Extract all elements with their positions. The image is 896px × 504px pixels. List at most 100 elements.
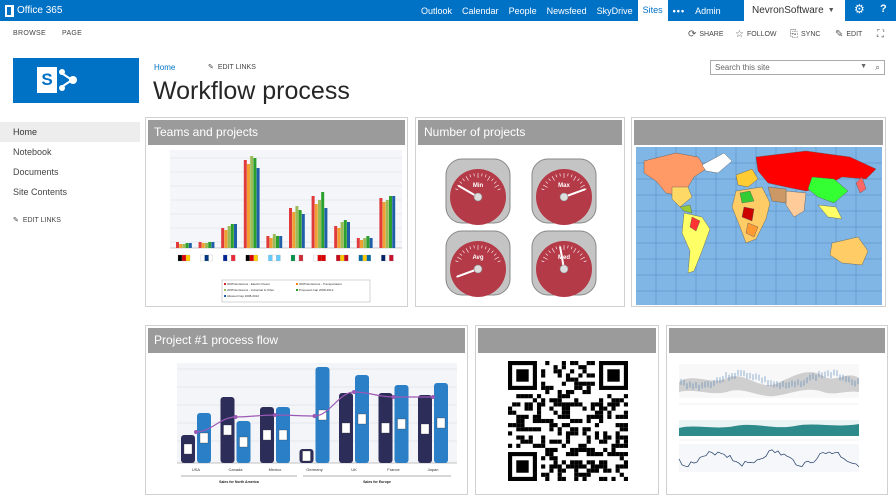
qr-code-image[interactable] bbox=[508, 361, 628, 481]
follow-button[interactable]: ☆ FOLLOW bbox=[735, 29, 777, 40]
gauge-min: Min bbox=[445, 158, 511, 225]
nav-item-documents[interactable]: Documents bbox=[0, 162, 140, 182]
suite-nav-admin[interactable]: Admin bbox=[690, 6, 726, 16]
legend-entry: 2005 Emissions - Industrial & Other bbox=[227, 288, 274, 292]
process-flow-chart: USA Canada Mexico Germany UK France Japan Sale… bbox=[177, 363, 457, 484]
flag-stripe bbox=[253, 254, 258, 262]
webpart-teams-and-projects: Teams and projects 2005 Emissions - Elec… bbox=[145, 117, 408, 307]
flag-stripe bbox=[385, 254, 390, 262]
chart-bar bbox=[314, 204, 318, 248]
flag-stripe bbox=[358, 254, 363, 262]
sync-button[interactable]: ⎘ SYNC bbox=[790, 29, 820, 40]
chevron-down-icon: ▼ bbox=[827, 7, 835, 14]
category-label: France bbox=[387, 467, 400, 472]
search-icon[interactable]: ⌕ bbox=[875, 62, 880, 73]
suite-nav: Outlook Calendar People Newsfeed SkyDriv… bbox=[416, 0, 726, 21]
webpart-world-map bbox=[631, 117, 886, 307]
nav-item-site-contents[interactable]: Site Contents bbox=[0, 182, 140, 202]
webpart-title: Teams and projects bbox=[148, 120, 405, 145]
brand-label: Office 365 bbox=[17, 5, 63, 16]
office365-brand[interactable]: Office 365 bbox=[5, 3, 62, 18]
suite-nav-more[interactable]: ••• bbox=[668, 6, 690, 16]
search-input[interactable]: Search this site ▼ ⌕ bbox=[710, 60, 885, 75]
chart-bar bbox=[389, 196, 392, 248]
flag-stripe bbox=[381, 254, 386, 262]
flag-stripe bbox=[336, 254, 341, 262]
chart-bar bbox=[198, 242, 202, 248]
category-label: Mexico bbox=[269, 467, 282, 472]
chart-bar bbox=[276, 236, 279, 248]
gear-icon[interactable]: ⚙ bbox=[854, 2, 865, 16]
webpart-title: Number of projects bbox=[418, 120, 622, 145]
edit-links-label: EDIT LINKS bbox=[217, 63, 256, 71]
flag-stripe bbox=[389, 254, 394, 262]
focus-content-button[interactable]: ⛶ bbox=[877, 29, 884, 40]
ribbon: BROWSE PAGE ⟳ SHARE ☆ FOLLOW ⎘ SYNC ✎ ED… bbox=[0, 24, 896, 46]
flag-stripe bbox=[317, 254, 322, 262]
user-menu[interactable]: NevronSoftware ▼ bbox=[744, 0, 845, 21]
suite-nav-newsfeed[interactable]: Newsfeed bbox=[542, 6, 592, 16]
chart-bar bbox=[234, 224, 237, 248]
flag-stripe bbox=[185, 254, 191, 262]
flag-stripe bbox=[298, 254, 304, 262]
breadcrumb-home[interactable]: Home bbox=[154, 63, 175, 72]
pencil-icon: ✎ bbox=[13, 217, 19, 224]
chart-bar bbox=[221, 228, 225, 248]
suite-nav-outlook[interactable]: Outlook bbox=[416, 6, 457, 16]
gauge-label: Max bbox=[558, 183, 570, 189]
site-logo[interactable]: S bbox=[13, 58, 139, 103]
edit-button[interactable]: ✎ EDIT bbox=[835, 29, 862, 40]
edit-links-top[interactable]: ✎ EDIT LINKS bbox=[208, 63, 256, 72]
gauge-avg: Avg bbox=[445, 230, 511, 297]
chart-bar bbox=[176, 242, 179, 248]
suite-nav-sites[interactable]: Sites bbox=[637, 0, 668, 21]
search-placeholder: Search this site bbox=[715, 63, 770, 72]
flag-stripe bbox=[362, 254, 367, 262]
flag-stripe bbox=[340, 254, 345, 262]
webpart-title bbox=[478, 328, 656, 353]
nav-edit-links[interactable]: ✎ EDIT LINKS bbox=[0, 211, 140, 231]
flag-stripe bbox=[204, 254, 209, 262]
gauge-label: Min bbox=[473, 183, 484, 189]
help-icon[interactable]: ? bbox=[880, 3, 887, 15]
suite-nav-skydrive[interactable]: SkyDrive bbox=[592, 6, 638, 16]
flag-stripe bbox=[272, 254, 277, 262]
tab-page[interactable]: PAGE bbox=[62, 30, 82, 37]
star-icon: ☆ bbox=[735, 29, 744, 40]
chart-bar bbox=[179, 244, 183, 248]
suite-nav-people[interactable]: People bbox=[504, 6, 542, 16]
chart-bar bbox=[201, 243, 205, 248]
tab-browse[interactable]: BROWSE bbox=[13, 30, 46, 37]
gauges-panel: Min Max Avg Med bbox=[445, 158, 597, 297]
chart-bar bbox=[253, 158, 257, 248]
sharepoint-logo-icon: S bbox=[37, 67, 57, 93]
flag-stripe bbox=[294, 254, 300, 262]
category-label: USA bbox=[192, 467, 201, 472]
chart-bar bbox=[321, 192, 325, 248]
chart-bar bbox=[243, 160, 247, 248]
nav-edit-links-label: EDIT LINKS bbox=[22, 217, 61, 224]
webpart-process-flow: Project #1 process flow USA Canada Mexico G… bbox=[145, 325, 468, 495]
nav-item-home[interactable]: Home bbox=[0, 122, 140, 142]
legend-entry: 2005 Emissions - Transportation bbox=[299, 282, 342, 286]
chart-bar bbox=[347, 222, 350, 248]
chart-bar bbox=[269, 238, 273, 248]
chart-bar bbox=[340, 222, 344, 248]
category-label: UK bbox=[351, 467, 357, 472]
gauge-med: Med bbox=[531, 230, 597, 297]
nav-item-notebook[interactable]: Notebook bbox=[0, 142, 140, 162]
chart-bar bbox=[230, 224, 234, 248]
chart-bar bbox=[392, 196, 396, 248]
page-title: Workflow process bbox=[153, 77, 350, 105]
user-name: NevronSoftware bbox=[752, 5, 824, 16]
flag-stripe bbox=[223, 254, 228, 262]
chart-bar bbox=[366, 236, 370, 248]
category-label: Canada bbox=[228, 467, 243, 472]
chevron-down-icon[interactable]: ▼ bbox=[860, 63, 867, 70]
suite-nav-calendar[interactable]: Calendar bbox=[457, 6, 504, 16]
chart-bar bbox=[385, 200, 389, 248]
chart-bar bbox=[185, 243, 189, 248]
share-button[interactable]: ⟳ SHARE bbox=[688, 29, 724, 40]
chart-bar bbox=[311, 196, 315, 248]
group-label: Sales for North America bbox=[219, 480, 259, 484]
